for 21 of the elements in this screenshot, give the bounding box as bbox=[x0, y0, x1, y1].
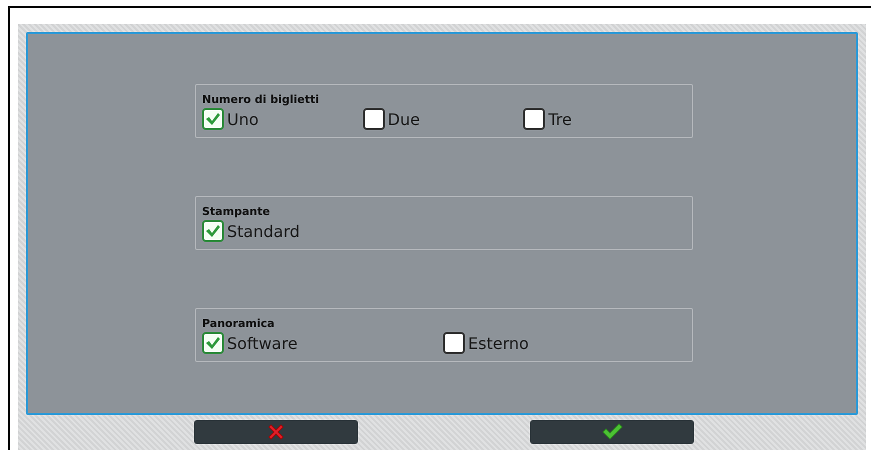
checkbox-label: Tre bbox=[548, 110, 572, 128]
checkbox-label: Esterno bbox=[468, 334, 529, 352]
group-title: Panoramica bbox=[202, 317, 275, 330]
checkbox[interactable] bbox=[202, 332, 224, 354]
checkbox[interactable] bbox=[523, 108, 546, 130]
checkbox-label: Standard bbox=[227, 222, 300, 240]
checkbox[interactable] bbox=[202, 220, 224, 242]
checkmark-icon bbox=[205, 224, 221, 238]
close-icon bbox=[266, 422, 286, 442]
checkbox-label: Software bbox=[227, 334, 298, 352]
checkbox[interactable] bbox=[202, 108, 224, 130]
checkbox-label: Uno bbox=[227, 110, 259, 128]
confirm-button[interactable] bbox=[530, 420, 694, 444]
group-title: Stampante bbox=[202, 205, 270, 218]
checkbox-label: Due bbox=[388, 110, 420, 128]
checkmark-icon bbox=[205, 112, 221, 126]
checkmark-icon bbox=[601, 423, 623, 441]
checkbox[interactable] bbox=[443, 332, 465, 354]
checkbox[interactable] bbox=[362, 108, 385, 130]
checkmark-icon bbox=[205, 336, 221, 350]
group-title: Numero di biglietti bbox=[202, 93, 320, 106]
